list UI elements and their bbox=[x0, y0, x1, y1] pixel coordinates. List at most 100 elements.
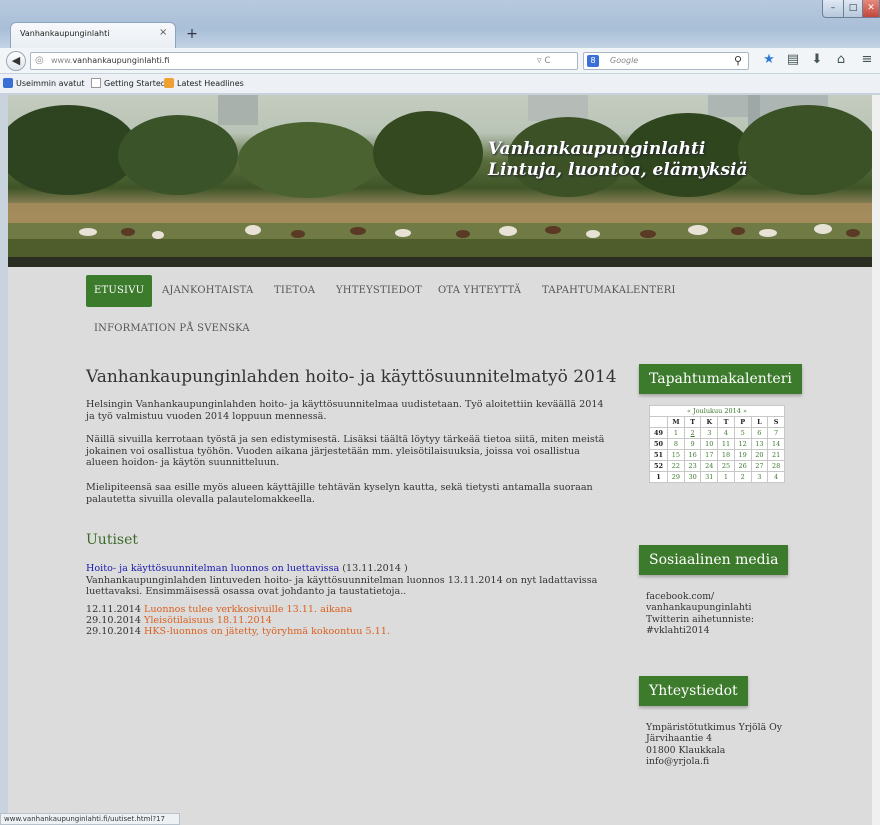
calendar-day[interactable]: 21 bbox=[767, 449, 785, 461]
most-visited-icon bbox=[3, 78, 13, 88]
calendar-day[interactable]: 4 bbox=[767, 471, 785, 483]
calendar-day[interactable]: 9 bbox=[683, 438, 702, 450]
calendar-day[interactable]: 25 bbox=[717, 460, 735, 472]
menu-item-ota-yhteytta[interactable]: OTA YHTEYTTÄ bbox=[438, 275, 521, 307]
calendar-day-header: T bbox=[717, 416, 735, 428]
calendar-day[interactable]: 31 bbox=[700, 471, 719, 483]
calendar-day[interactable]: 1 bbox=[717, 471, 735, 483]
calendar-day[interactable]: 22 bbox=[667, 460, 685, 472]
page-scrollbar[interactable] bbox=[872, 95, 880, 825]
news-link[interactable]: Yleisötilaisuus 18.11.2014 bbox=[144, 615, 272, 626]
bookmark-label: Getting Started bbox=[104, 79, 166, 88]
calendar-heading: Tapahtumakalenteri bbox=[639, 364, 802, 394]
calendar-day[interactable]: 1 bbox=[667, 427, 685, 439]
address-bar[interactable]: ◎ www.vanhankaupunginlahti.fi ▿ C bbox=[30, 52, 578, 70]
search-bar[interactable]: 8 Google ⚲ bbox=[583, 52, 749, 70]
social-line: Twitterin aihetunniste: bbox=[646, 613, 754, 625]
social-line[interactable]: vanhankaupunginlahti bbox=[646, 602, 754, 613]
url-prefix: www. bbox=[51, 56, 73, 65]
calendar-day[interactable]: 17 bbox=[700, 449, 719, 461]
intro-paragraph-1: Helsingin Vanhankaupunginlahden hoito- j… bbox=[86, 399, 604, 422]
news-date: 29.10.2014 bbox=[86, 626, 141, 637]
social-media-heading: Sosiaalinen media bbox=[639, 545, 789, 575]
rss-icon bbox=[164, 78, 174, 88]
calendar-day[interactable]: 20 bbox=[750, 449, 769, 461]
menu-item-etusivu[interactable]: ETUSIVU bbox=[86, 275, 153, 307]
back-button[interactable]: ◀ bbox=[6, 51, 26, 71]
header-banner: Vanhankaupunginlahti Lintuja, luontoa, e… bbox=[8, 95, 874, 267]
bookmark-label: Useimmin avatut bbox=[16, 79, 85, 88]
calendar-day[interactable]: 8 bbox=[667, 438, 685, 450]
news-heading: Uutiset bbox=[86, 532, 139, 548]
calendar-day[interactable]: 26 bbox=[733, 460, 752, 472]
calendar-week-number: 1 bbox=[648, 471, 669, 483]
calendar-day[interactable]: 16 bbox=[683, 449, 702, 461]
calendar-day[interactable]: 15 bbox=[667, 449, 685, 461]
contact-line: Ympäristötutkimus Yrjölä Oy bbox=[646, 722, 782, 733]
menu-item-tietoa[interactable]: TIETOA bbox=[274, 275, 315, 307]
news-link[interactable]: HKS-luonnos on jätetty, työryhmä kokoont… bbox=[144, 626, 390, 637]
contact-line: 01800 Klaukkala bbox=[646, 744, 726, 756]
menu-item-ajankohtaista[interactable]: AJANKOHTAISTA bbox=[162, 275, 253, 307]
calendar-month-nav[interactable]: « Joulukuu 2014 » bbox=[649, 405, 785, 417]
tab-close-icon[interactable]: × bbox=[159, 27, 167, 38]
social-line[interactable]: facebook.com/ bbox=[646, 591, 754, 602]
calendar-day[interactable]: 30 bbox=[683, 471, 702, 483]
calendar-day[interactable]: 3 bbox=[700, 427, 719, 439]
url-domain: vanhankaupunginlahti.fi bbox=[72, 56, 170, 65]
reload-icon[interactable]: ▿ C bbox=[537, 56, 551, 66]
menu-item-yhteystiedot[interactable]: YHTEYSTIEDOT bbox=[336, 275, 422, 307]
event-calendar: « Joulukuu 2014 » M T K T P L S 49 1 2 3… bbox=[648, 405, 785, 483]
calendar-day-header: L bbox=[750, 416, 769, 428]
window-minimize-button[interactable]: – bbox=[822, 0, 844, 18]
menu-item-tapahtumakalenteri[interactable]: TAPAHTUMAKALENTERI bbox=[542, 275, 676, 307]
contact-line[interactable]: info@yrjola.fi bbox=[646, 756, 782, 767]
calendar-day[interactable]: 2 bbox=[733, 471, 752, 483]
download-icon[interactable]: ⬇ bbox=[808, 52, 826, 67]
calendar-day[interactable]: 18 bbox=[717, 449, 735, 461]
calendar-day[interactable]: 29 bbox=[667, 471, 685, 483]
news-list-item: 12.11.2014 Luonnos tulee verkkosivuille … bbox=[86, 604, 352, 616]
calendar-day[interactable]: 7 bbox=[767, 427, 785, 439]
calendar-day[interactable]: 23 bbox=[683, 460, 702, 472]
calendar-day[interactable]: 6 bbox=[750, 427, 769, 439]
calendar-day[interactable]: 12 bbox=[733, 438, 752, 450]
browser-tab[interactable]: Vanhankaupunginlahti × bbox=[10, 22, 176, 48]
window-maximize-button[interactable]: □ bbox=[843, 0, 863, 18]
calendar-day[interactable]: 11 bbox=[717, 438, 735, 450]
news-link[interactable]: Luonnos tulee verkkosivuille 13.11. aika… bbox=[144, 604, 352, 615]
maximize-icon: □ bbox=[848, 3, 858, 13]
url-text: www.vanhankaupunginlahti.fi bbox=[51, 56, 169, 65]
calendar-day[interactable]: 10 bbox=[700, 438, 719, 450]
tab-title: Vanhankaupunginlahti bbox=[20, 29, 110, 38]
contact-text: Ympäristötutkimus Yrjölä Oy Järvihaantie… bbox=[646, 722, 782, 767]
calendar-day[interactable]: 2 bbox=[683, 427, 702, 439]
news-date: 29.10.2014 bbox=[86, 615, 141, 626]
calendar-day[interactable]: 24 bbox=[700, 460, 719, 472]
calendar-day[interactable]: 3 bbox=[750, 471, 769, 483]
calendar-day[interactable]: 28 bbox=[767, 460, 785, 472]
calendar-day[interactable]: 14 bbox=[767, 438, 785, 450]
search-icon[interactable]: ⚲ bbox=[734, 54, 742, 67]
menu-item-svenska[interactable]: INFORMATION PÅ SVENSKA bbox=[94, 313, 250, 345]
calendar-day[interactable]: 5 bbox=[733, 427, 752, 439]
page-title: Vanhankaupunginlahden hoito- ja käyttösu… bbox=[86, 367, 617, 387]
bookmarks-menu-icon[interactable]: ▤ bbox=[784, 52, 802, 67]
bookmark-latest-headlines[interactable]: Latest Headlines bbox=[164, 78, 244, 88]
featured-news-link[interactable]: Hoito- ja käyttösuunnitelman luonnos on … bbox=[86, 563, 339, 574]
home-icon[interactable]: ⌂ bbox=[832, 52, 850, 67]
window-close-button[interactable]: ✕ bbox=[862, 0, 880, 18]
search-engine-icon[interactable]: 8 bbox=[587, 55, 599, 67]
calendar-day[interactable]: 13 bbox=[750, 438, 769, 450]
new-tab-button[interactable]: + bbox=[182, 24, 202, 44]
bookmark-star-icon[interactable]: ★ bbox=[760, 52, 778, 67]
calendar-day[interactable]: 19 bbox=[733, 449, 752, 461]
bookmarks-toolbar: Useimmin avatut Getting Started Latest H… bbox=[0, 74, 880, 94]
bookmark-most-visited[interactable]: Useimmin avatut bbox=[3, 78, 84, 88]
minimize-icon: – bbox=[830, 3, 836, 13]
calendar-week-number: 49 bbox=[648, 427, 669, 439]
bookmark-getting-started[interactable]: Getting Started bbox=[91, 78, 166, 88]
calendar-day[interactable]: 27 bbox=[750, 460, 769, 472]
calendar-day[interactable]: 4 bbox=[717, 427, 735, 439]
menu-icon[interactable]: ≡ bbox=[858, 52, 876, 67]
